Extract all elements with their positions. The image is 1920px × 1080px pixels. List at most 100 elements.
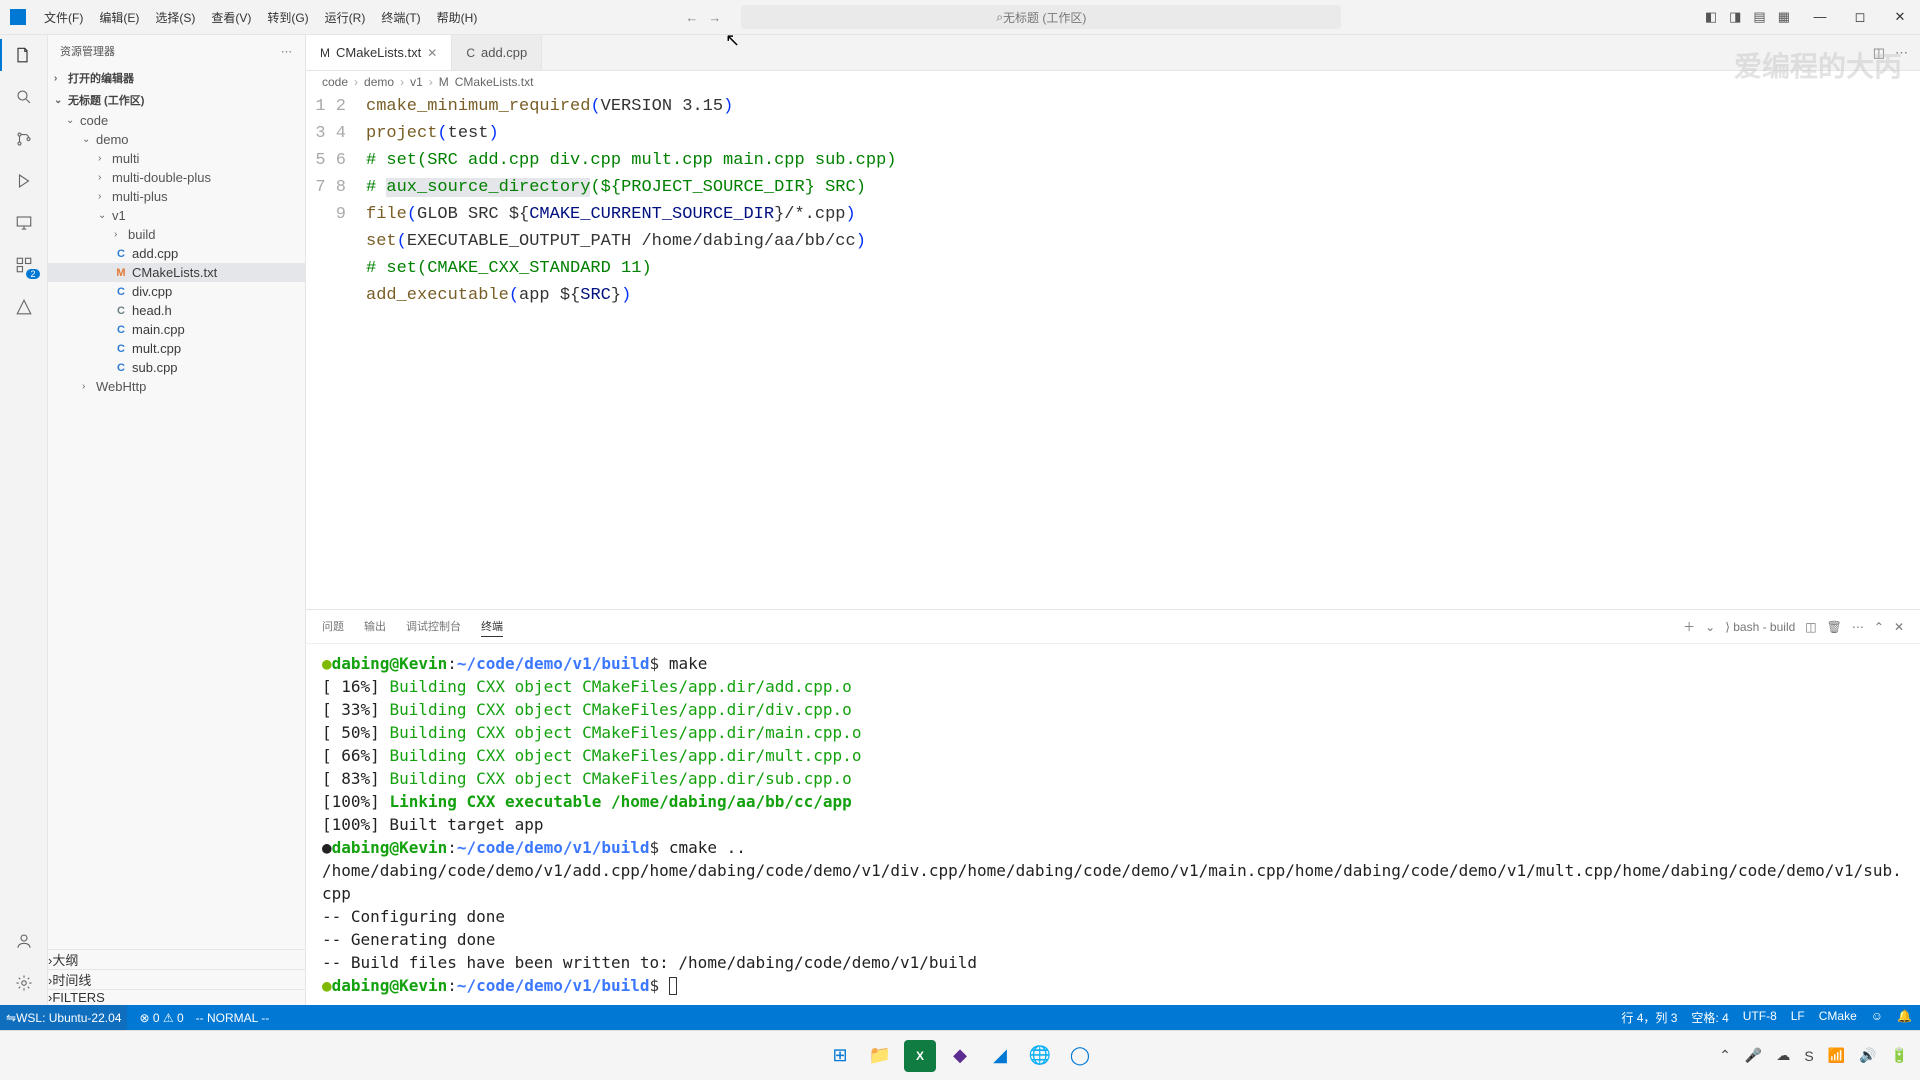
- editor-split-icon[interactable]: ◫: [1873, 45, 1885, 61]
- taskbar-vscode-icon[interactable]: ◢: [984, 1040, 1016, 1072]
- folder-build[interactable]: ›build: [48, 225, 305, 244]
- layout-sidebar-left-icon[interactable]: ◧: [1705, 9, 1717, 25]
- editor-more-icon[interactable]: ⋯: [1895, 45, 1908, 61]
- status-remote[interactable]: ⇋ WSL: Ubuntu-22.04: [0, 1005, 127, 1030]
- timeline-section[interactable]: ›时间线: [48, 969, 305, 989]
- status-indent[interactable]: 空格: 4: [1691, 1009, 1728, 1026]
- terminal-new-icon[interactable]: ＋: [1683, 618, 1695, 635]
- layout-panel-icon[interactable]: ◨: [1729, 9, 1741, 25]
- tray-network-icon[interactable]: 📶: [1828, 1047, 1845, 1064]
- command-center[interactable]: ⌕ 无标题 (工作区): [741, 5, 1341, 29]
- cpp-file-icon: C: [466, 46, 475, 60]
- file-div-cpp[interactable]: Cdiv.cpp: [48, 282, 305, 301]
- panel-close-icon[interactable]: ✕: [1894, 620, 1904, 634]
- panel-tab-output[interactable]: 输出: [364, 616, 386, 637]
- breadcrumb[interactable]: code› demo› v1› M CMakeLists.txt: [306, 71, 1920, 93]
- file-head-h[interactable]: Chead.h: [48, 301, 305, 320]
- tray-battery-icon[interactable]: 🔋: [1891, 1047, 1908, 1064]
- status-encoding[interactable]: UTF-8: [1743, 1009, 1777, 1026]
- status-notifications-icon[interactable]: 🔔: [1897, 1009, 1912, 1026]
- activity-cmake-icon[interactable]: [12, 295, 36, 319]
- breadcrumb-item[interactable]: v1: [410, 75, 423, 89]
- taskbar-explorer-icon[interactable]: 📁: [864, 1040, 896, 1072]
- breadcrumb-item[interactable]: code: [322, 75, 348, 89]
- breadcrumb-item[interactable]: demo: [364, 75, 394, 89]
- nav-back-icon[interactable]: ←: [685, 10, 698, 25]
- terminal-split-icon[interactable]: ◫: [1805, 620, 1816, 634]
- menu-goto[interactable]: 转到(G): [259, 9, 316, 26]
- menu-edit[interactable]: 编辑(E): [91, 9, 147, 26]
- terminal-more-icon[interactable]: ⋯: [1852, 620, 1864, 634]
- taskbar-excel-icon[interactable]: X: [904, 1040, 936, 1072]
- terminal-kill-icon[interactable]: 🗑: [1827, 620, 1842, 634]
- window-close[interactable]: ✕: [1880, 9, 1920, 25]
- menu-terminal[interactable]: 终端(T): [373, 9, 428, 26]
- layout-customize-icon[interactable]: ▦: [1778, 9, 1790, 25]
- tray-chevron-icon[interactable]: ⌃: [1719, 1047, 1731, 1064]
- status-eol[interactable]: LF: [1791, 1009, 1805, 1026]
- folder-v1[interactable]: ⌄v1: [48, 206, 305, 225]
- terminal-dropdown-icon[interactable]: ⌄: [1705, 620, 1715, 634]
- folder-multi-double-plus[interactable]: ›multi-double-plus: [48, 168, 305, 187]
- folder-demo[interactable]: ⌄demo: [48, 130, 305, 149]
- terminal-content[interactable]: ●dabing@Kevin:~/code/demo/v1/build$ make…: [306, 644, 1920, 1005]
- tab-add-cpp[interactable]: C add.cpp: [452, 35, 542, 70]
- folder-webhttp[interactable]: ›WebHttp: [48, 377, 305, 396]
- file-add-cpp[interactable]: Cadd.cpp: [48, 244, 305, 263]
- file-sub-cpp[interactable]: Csub.cpp: [48, 358, 305, 377]
- taskbar-edge-icon[interactable]: ◯: [1064, 1040, 1096, 1072]
- status-language[interactable]: CMake: [1819, 1009, 1857, 1026]
- activity-settings-icon[interactable]: [12, 971, 36, 995]
- panel-maximize-icon[interactable]: ⌃: [1874, 620, 1884, 634]
- file-label: head.h: [132, 303, 172, 318]
- cpp-file-icon: C: [114, 343, 128, 355]
- taskbar-vs-icon[interactable]: ◆: [944, 1040, 976, 1072]
- taskbar-start-icon[interactable]: ⊞: [824, 1040, 856, 1072]
- layout-sidebar-right-icon[interactable]: ▤: [1753, 9, 1765, 25]
- tray-mic-icon[interactable]: 🎤: [1745, 1047, 1762, 1064]
- workspace-section[interactable]: ⌄无标题 (工作区): [48, 89, 305, 111]
- window-minimize[interactable]: —: [1800, 9, 1840, 25]
- panel-tab-terminal[interactable]: 终端: [481, 616, 503, 637]
- menu-file[interactable]: 文件(F): [36, 9, 91, 26]
- activity-accounts-icon[interactable]: [12, 929, 36, 953]
- file-mult-cpp[interactable]: Cmult.cpp: [48, 339, 305, 358]
- status-errors[interactable]: ⊗ 0 ⚠ 0: [139, 1011, 183, 1025]
- code-editor[interactable]: 1 2 3 4 5 6 7 8 9 cmake_minimum_required…: [306, 93, 1920, 609]
- open-editors-section[interactable]: ›打开的编辑器: [48, 67, 305, 89]
- activity-extensions-icon[interactable]: 2: [12, 253, 36, 277]
- terminal-line: -- Build files have been written to: /ho…: [322, 953, 977, 972]
- status-feedback-icon[interactable]: ☺: [1871, 1009, 1883, 1026]
- menu-view[interactable]: 查看(V): [203, 9, 259, 26]
- taskbar-chrome-icon[interactable]: 🌐: [1024, 1040, 1056, 1072]
- tray-volume-icon[interactable]: 🔊: [1859, 1047, 1876, 1064]
- panel-tab-problems[interactable]: 问题: [322, 616, 344, 637]
- explorer-more-icon[interactable]: ⋯: [281, 45, 293, 58]
- tab-cmakelists[interactable]: M CMakeLists.txt ✕: [306, 35, 452, 70]
- tray-app-icon[interactable]: S: [1804, 1048, 1813, 1064]
- filters-section[interactable]: ›FILTERS: [48, 989, 305, 1005]
- folder-multi[interactable]: ›multi: [48, 149, 305, 168]
- activity-source-control-icon[interactable]: [12, 127, 36, 151]
- folder-multi-plus[interactable]: ›multi-plus: [48, 187, 305, 206]
- menu-run[interactable]: 运行(R): [317, 9, 374, 26]
- activity-search-icon[interactable]: [12, 85, 36, 109]
- activity-run-debug-icon[interactable]: [12, 169, 36, 193]
- activity-explorer-icon[interactable]: [12, 43, 36, 67]
- menu-select[interactable]: 选择(S): [147, 9, 203, 26]
- code-content[interactable]: cmake_minimum_required(VERSION 3.15) pro…: [366, 93, 1920, 609]
- folder-code[interactable]: ⌄code: [48, 111, 305, 130]
- editor-group: M CMakeLists.txt ✕ C add.cpp ◫ ⋯ code› d…: [306, 35, 1920, 1005]
- activity-remote-icon[interactable]: [12, 211, 36, 235]
- file-main-cpp[interactable]: Cmain.cpp: [48, 320, 305, 339]
- panel-tab-debug[interactable]: 调试控制台: [406, 616, 461, 637]
- outline-section[interactable]: ›大纲: [48, 949, 305, 969]
- tab-close-icon[interactable]: ✕: [427, 46, 437, 60]
- status-cursor-pos[interactable]: 行 4，列 3: [1621, 1009, 1677, 1026]
- menu-help[interactable]: 帮助(H): [429, 9, 486, 26]
- window-maximize[interactable]: ◻: [1840, 9, 1880, 25]
- nav-forward-icon[interactable]: →: [708, 10, 721, 25]
- tray-onedrive-icon[interactable]: ☁: [1776, 1047, 1790, 1064]
- breadcrumb-item[interactable]: CMakeLists.txt: [455, 75, 534, 89]
- file-cmakelists[interactable]: MCMakeLists.txt: [48, 263, 305, 282]
